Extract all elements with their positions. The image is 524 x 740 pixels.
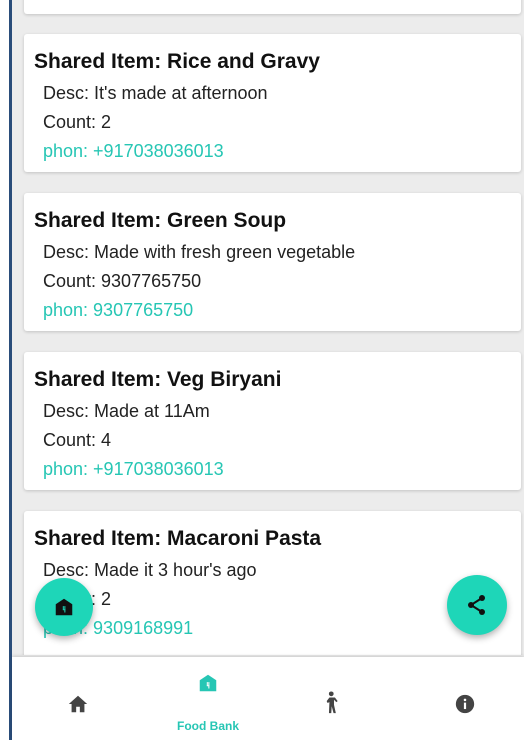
nav-item-info[interactable] <box>415 657 515 740</box>
item-count: Count: 2 <box>43 112 112 132</box>
item-title: Shared Item: Veg Biryani <box>34 368 282 391</box>
item-count: Count: 9307765750 <box>43 271 202 291</box>
person-icon <box>326 691 338 714</box>
share-icon <box>468 595 485 615</box>
food-bank-fab[interactable] <box>35 578 93 636</box>
item-desc: Desc: It's made at afternoon <box>43 83 268 103</box>
item-count: Count: 4 <box>43 430 112 450</box>
info-icon <box>455 694 475 714</box>
list-item-partial[interactable] <box>24 0 521 14</box>
item-desc: Desc: Made it 3 hour's ago <box>43 560 257 580</box>
list-item[interactable]: Shared Item: Macaroni Pasta Desc: Made i… <box>24 511 521 655</box>
nav-item-home[interactable] <box>28 657 128 740</box>
shared-items-list[interactable]: Shared Item: Rice and Gravy Desc: It's m… <box>12 0 524 655</box>
left-edge-bar <box>0 0 12 740</box>
item-title: Shared Item: Rice and Gravy <box>34 50 320 73</box>
list-item[interactable]: Shared Item: Veg Biryani Desc: Made at 1… <box>24 352 521 490</box>
list-item[interactable]: Shared Item: Rice and Gravy Desc: It's m… <box>24 34 521 172</box>
list-item[interactable]: Shared Item: Green Soup Desc: Made with … <box>24 193 521 331</box>
item-desc: Desc: Made at 11Am <box>43 401 210 421</box>
nav-item-food-bank[interactable]: Food Bank <box>158 657 258 740</box>
item-phone-link[interactable]: phon: +917038036013 <box>43 141 224 162</box>
food-bank-icon <box>199 674 217 692</box>
food-bank-icon <box>55 598 73 616</box>
item-title: Shared Item: Macaroni Pasta <box>34 527 322 550</box>
nav-item-person[interactable] <box>284 657 384 740</box>
item-desc: Desc: Made with fresh green vegetable <box>43 242 356 262</box>
item-title: Shared Item: Green Soup <box>34 209 287 232</box>
item-phone-link[interactable]: phon: 9307765750 <box>43 300 193 321</box>
share-fab[interactable] <box>447 575 507 635</box>
nav-label-food-bank: Food Bank <box>177 719 239 733</box>
bottom-navigation: Food Bank <box>12 657 524 740</box>
item-phone-link[interactable]: phon: +917038036013 <box>43 459 224 480</box>
home-icon <box>68 695 88 713</box>
